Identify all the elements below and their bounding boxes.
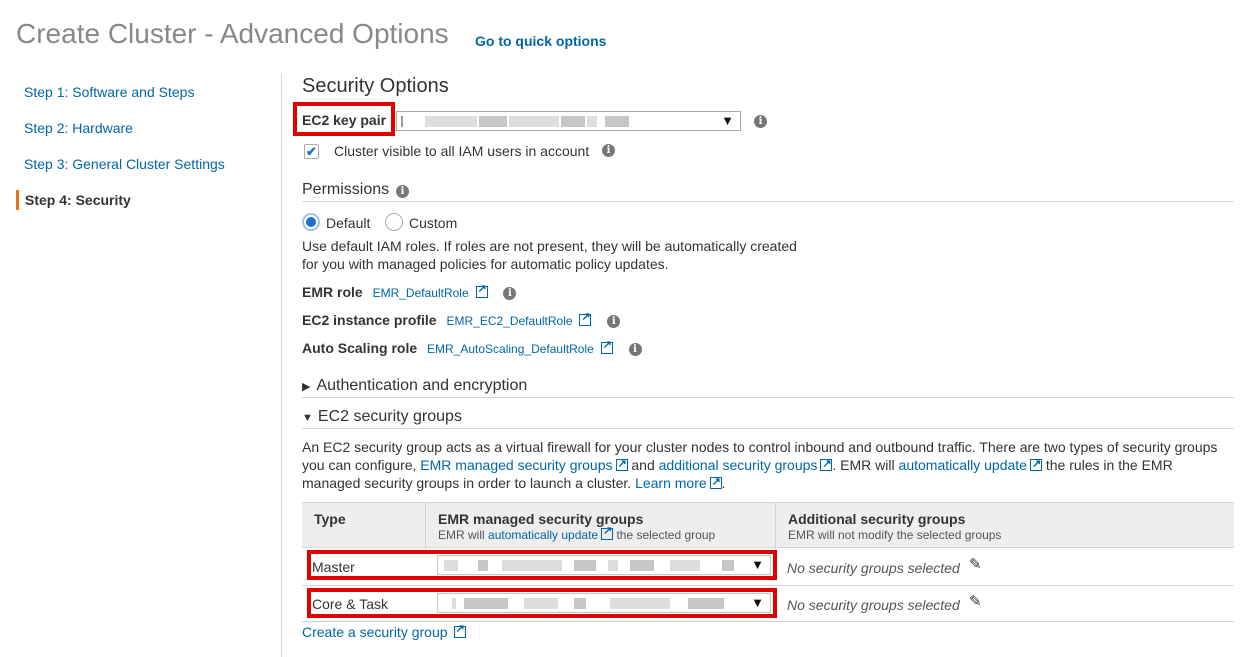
pencil-icon[interactable]: ✎ xyxy=(969,555,982,573)
additional-sg-link[interactable]: additional security groups xyxy=(659,457,818,473)
master-managed-sg-select[interactable]: ▼ xyxy=(437,555,771,575)
wizard-steps-nav: Step 1: Software and Steps Step 2: Hardw… xyxy=(16,82,225,210)
divider xyxy=(302,201,1234,202)
external-link-icon[interactable] xyxy=(709,473,722,491)
autoscaling-role-label: Auto Scaling role xyxy=(302,340,418,356)
cluster-visible-label: Cluster visible to all IAM users in acco… xyxy=(334,143,590,159)
divider xyxy=(302,428,1234,429)
info-icon[interactable]: i xyxy=(503,286,517,300)
auto-update-link[interactable]: automatically update xyxy=(899,457,1027,473)
autoscaling-role-link[interactable]: EMR_AutoScaling_DefaultRole xyxy=(427,342,594,356)
create-sg-row: Create a security group xyxy=(302,622,466,640)
table-row-type: Core & Task xyxy=(312,596,388,612)
col-type-header: Type xyxy=(314,511,346,527)
ec2-profile-link[interactable]: EMR_EC2_DefaultRole xyxy=(446,314,572,328)
info-icon[interactable]: i xyxy=(396,185,409,198)
auth-section-toggle[interactable]: ▶ Authentication and encryption xyxy=(302,377,527,395)
sg-heading: EC2 security groups xyxy=(317,408,462,425)
caret-down-icon: ▼ xyxy=(302,412,313,424)
col-additional-subheader: EMR will not modify the selected groups xyxy=(788,528,1002,542)
permissions-default-radio[interactable] xyxy=(302,213,320,231)
divider xyxy=(302,621,1234,622)
nav-divider xyxy=(281,74,282,657)
emr-role-link[interactable]: EMR_DefaultRole xyxy=(373,286,469,300)
external-link-icon[interactable] xyxy=(579,310,592,326)
divider xyxy=(302,397,1234,398)
permissions-default-label: Default xyxy=(326,215,371,231)
info-icon[interactable]: i xyxy=(607,314,621,328)
permissions-description: Use default IAM roles. If roles are not … xyxy=(302,238,797,272)
auto-update-link[interactable]: automatically update xyxy=(488,528,598,542)
core-task-additional-sg-value: No security groups selected xyxy=(787,597,960,613)
security-options-heading: Security Options xyxy=(302,75,449,97)
emr-role-row: EMR role EMR_DefaultRole i xyxy=(302,282,517,300)
table-row-type: Master xyxy=(312,559,355,575)
learn-more-link[interactable]: Learn more xyxy=(635,475,707,491)
step-3-link[interactable]: Step 3: General Cluster Settings xyxy=(16,154,225,190)
col-managed-header: EMR managed security groups xyxy=(438,511,644,527)
sg-description: An EC2 security group acts as a virtual … xyxy=(302,438,1234,492)
external-link-icon[interactable] xyxy=(475,282,488,298)
pencil-icon[interactable]: ✎ xyxy=(969,592,982,610)
external-link-icon[interactable] xyxy=(615,455,628,473)
key-pair-label: EC2 key pair xyxy=(302,112,387,128)
external-link-icon[interactable] xyxy=(600,338,613,354)
external-link-icon[interactable] xyxy=(1029,455,1042,473)
ec2-profile-row: EC2 instance profile EMR_EC2_DefaultRole… xyxy=(302,310,621,328)
core-task-managed-sg-select[interactable]: ▼ xyxy=(437,593,771,613)
caret-right-icon: ▶ xyxy=(302,381,311,393)
managed-sg-link[interactable]: EMR managed security groups xyxy=(420,457,612,473)
security-options-panel: Security Options EC2 key pair ▼ i ✔ Clus… xyxy=(293,0,1234,657)
permissions-custom-label: Custom xyxy=(409,215,458,231)
info-icon[interactable]: i xyxy=(602,144,615,157)
sg-table-header: Type EMR managed security groups EMR wil… xyxy=(302,502,1234,549)
divider xyxy=(302,585,1234,586)
permissions-custom-radio[interactable] xyxy=(385,213,403,231)
external-link-icon[interactable] xyxy=(601,524,614,540)
emr-role-label: EMR role xyxy=(302,284,363,300)
external-link-icon[interactable] xyxy=(453,622,466,638)
step-4-current: Step 4: Security xyxy=(16,190,225,210)
auth-heading: Authentication and encryption xyxy=(316,377,528,394)
step-1-link[interactable]: Step 1: Software and Steps xyxy=(16,82,225,118)
col-managed-subheader: EMR will automatically update the select… xyxy=(438,524,715,542)
info-icon[interactable]: i xyxy=(628,342,642,356)
external-link-icon[interactable] xyxy=(820,455,833,473)
info-icon[interactable]: i xyxy=(754,115,767,128)
caret-down-icon: ▼ xyxy=(751,557,764,572)
key-pair-select[interactable]: ▼ xyxy=(396,111,741,131)
cluster-visible-checkbox[interactable]: ✔ xyxy=(304,144,319,159)
sg-section-toggle[interactable]: ▼ EC2 security groups xyxy=(302,408,462,426)
step-2-link[interactable]: Step 2: Hardware xyxy=(16,118,225,154)
col-additional-header: Additional security groups xyxy=(788,511,966,527)
master-additional-sg-value: No security groups selected xyxy=(787,560,960,576)
ec2-profile-label: EC2 instance profile xyxy=(302,312,437,328)
permissions-heading: Permissions xyxy=(302,181,390,198)
create-security-group-link[interactable]: Create a security group xyxy=(302,624,448,640)
caret-down-icon: ▼ xyxy=(751,595,764,610)
caret-down-icon: ▼ xyxy=(721,113,734,128)
autoscaling-role-row: Auto Scaling role EMR_AutoScaling_Defaul… xyxy=(302,338,642,356)
